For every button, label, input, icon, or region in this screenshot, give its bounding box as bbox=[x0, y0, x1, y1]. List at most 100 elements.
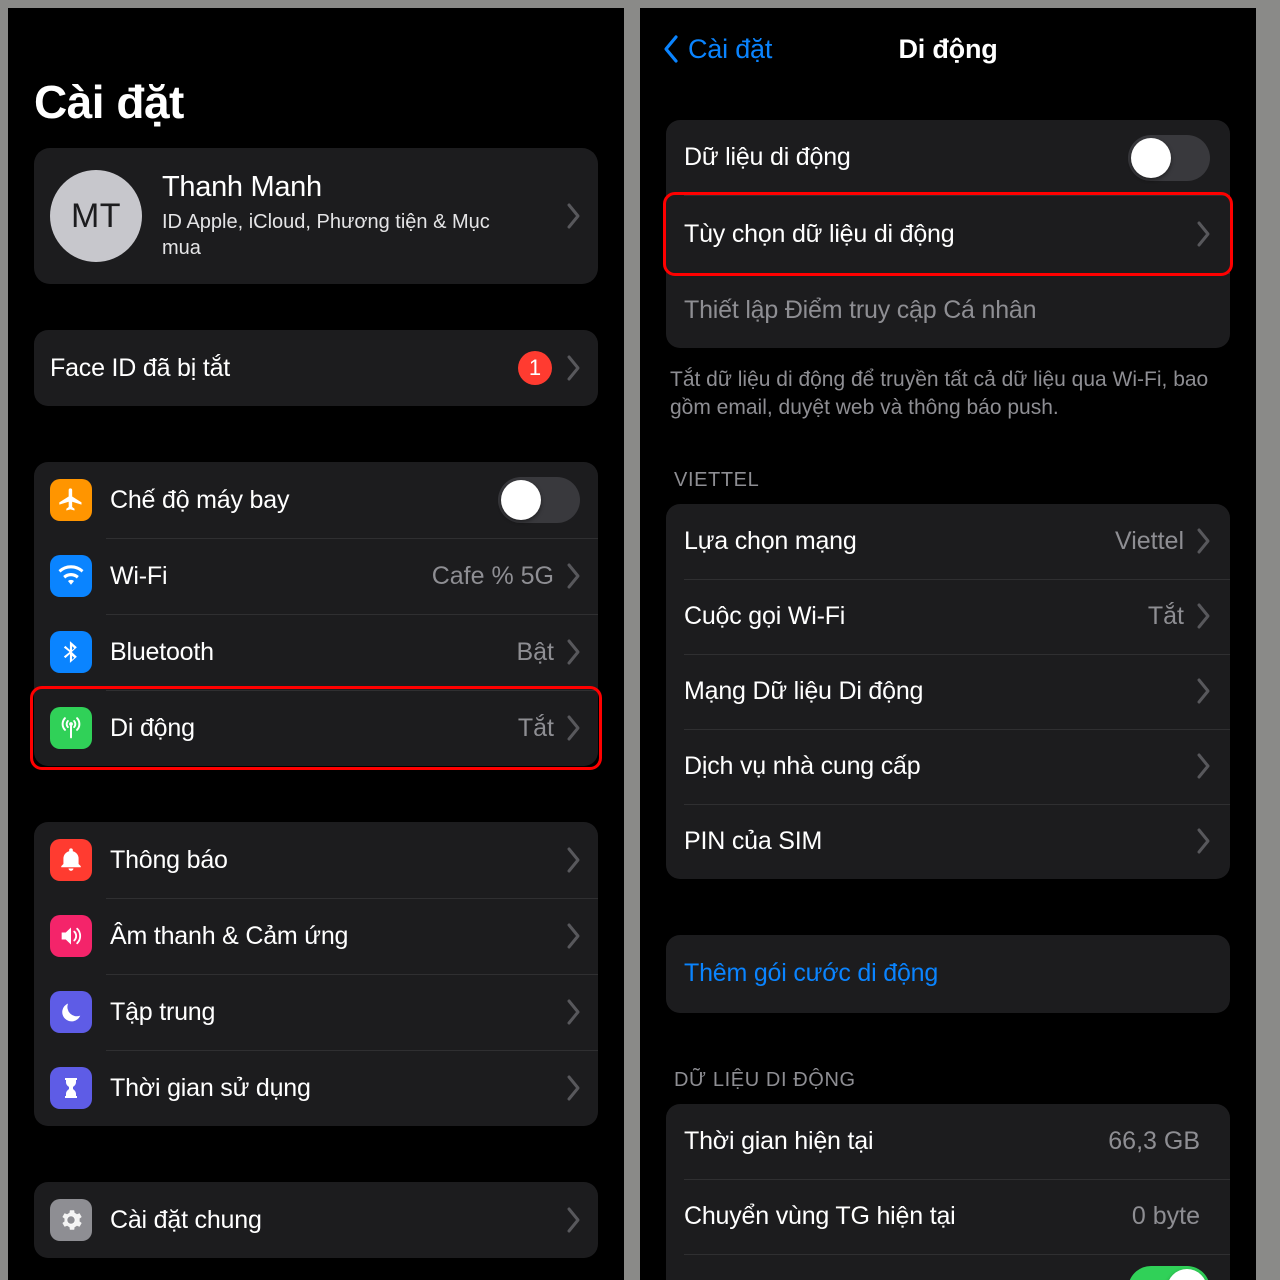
cellular-data-group: Dữ liệu di động Tùy chọn dữ liệu di động… bbox=[666, 120, 1230, 348]
row-face-id-disabled[interactable]: Face ID đã bị tắt 1 bbox=[34, 330, 598, 406]
sidebar-item-screen-time[interactable]: Thời gian sử dụng bbox=[34, 1050, 598, 1126]
row-label: Face ID đã bị tắt bbox=[50, 353, 231, 382]
row-partial-cutoff[interactable] bbox=[666, 1253, 1230, 1280]
bell-icon bbox=[50, 839, 92, 882]
chevron-right-icon bbox=[566, 846, 582, 874]
row-value: 0 byte bbox=[1131, 1201, 1200, 1230]
row-label: Cuộc gọi Wi-Fi bbox=[684, 601, 846, 630]
chevron-right-icon bbox=[566, 638, 582, 666]
row-value: Bật bbox=[516, 637, 554, 666]
row-personal-hotspot-setup[interactable]: Thiết lập Điểm truy cập Cá nhân bbox=[666, 273, 1230, 348]
cellular-data-footnote: Tắt dữ liệu di động để truyền tất cả dữ … bbox=[670, 368, 1209, 420]
account-subtitle: ID Apple, iCloud, Phương tiện & Mục mua bbox=[162, 211, 490, 259]
row-wifi-calling[interactable]: Cuộc gọi Wi-Fi Tắt bbox=[666, 578, 1230, 654]
sidebar-item-general[interactable]: Cài đặt chung bbox=[34, 1182, 598, 1258]
row-cellular-data[interactable]: Dữ liệu di động bbox=[666, 120, 1230, 195]
chevron-right-icon bbox=[1196, 752, 1212, 780]
row-add-cellular-plan[interactable]: Thêm gói cước di động bbox=[666, 935, 1230, 1013]
cellular-icon bbox=[50, 707, 92, 750]
row-network-selection[interactable]: Lựa chọn mạng Viettel bbox=[666, 504, 1230, 579]
row-label: Tùy chọn dữ liệu di động bbox=[684, 219, 955, 248]
notifications-group: Thông báo Âm thanh & Cảm ứng Tập trung T… bbox=[34, 822, 598, 1127]
chevron-left-icon bbox=[662, 34, 680, 64]
carrier-group-header: VIETTEL bbox=[674, 468, 760, 491]
row-label: Dịch vụ nhà cung cấp bbox=[684, 751, 921, 780]
row-label: Mạng Dữ liệu Di động bbox=[684, 676, 924, 705]
row-cellular-data-options[interactable]: Tùy chọn dữ liệu di động bbox=[666, 195, 1230, 273]
status-badge: 1 bbox=[518, 351, 552, 386]
row-carrier-services[interactable]: Dịch vụ nhà cung cấp bbox=[666, 728, 1230, 804]
chevron-right-icon bbox=[566, 922, 582, 950]
page-title: Cài đặt bbox=[34, 76, 184, 128]
row-label: Bluetooth bbox=[110, 637, 214, 666]
sidebar-item-focus[interactable]: Tập trung bbox=[34, 974, 598, 1050]
row-value: Cafe % 5G bbox=[431, 561, 554, 590]
back-button-label: Cài đặt bbox=[688, 33, 773, 64]
row-value: Tắt bbox=[1147, 601, 1184, 630]
sidebar-item-bluetooth[interactable]: Bluetooth Bật bbox=[34, 614, 598, 690]
chevron-right-icon bbox=[1196, 827, 1212, 855]
usage-group-header: DỮ LIỆU DI ĐỘNG bbox=[674, 1068, 856, 1091]
apple-account-row[interactable]: MT Thanh Manh ID Apple, iCloud, Phương t… bbox=[34, 148, 598, 285]
row-label: Tập trung bbox=[110, 997, 216, 1026]
speaker-icon bbox=[50, 915, 92, 958]
chevron-right-icon bbox=[1196, 220, 1212, 248]
row-label: Chuyển vùng TG hiện tại bbox=[684, 1201, 956, 1230]
add-plan-group: Thêm gói cước di động bbox=[666, 934, 1230, 1013]
chevron-right-icon bbox=[566, 1206, 582, 1234]
chevron-right-icon bbox=[566, 562, 582, 590]
row-label: Thông báo bbox=[110, 845, 228, 874]
row-label: Dữ liệu di động bbox=[684, 143, 851, 171]
row-label: Chế độ máy bay bbox=[110, 485, 290, 514]
bluetooth-icon bbox=[50, 631, 92, 674]
add-plan-label: Thêm gói cước di động bbox=[684, 959, 939, 988]
cellular-detail-panel: Cài đặt Di động Dữ liệu di động Tùy chọn… bbox=[640, 8, 1256, 1280]
faceid-group: Face ID đã bị tắt 1 bbox=[34, 330, 598, 407]
row-label: PIN của SIM bbox=[684, 826, 823, 855]
sidebar-item-airplane-mode[interactable]: Chế độ máy bay bbox=[34, 462, 598, 538]
row-label: Thời gian sử dụng bbox=[110, 1073, 311, 1102]
chevron-right-icon bbox=[566, 998, 582, 1026]
general-group: Cài đặt chung bbox=[34, 1182, 598, 1259]
carrier-group: Lựa chọn mạng Viettel Cuộc gọi Wi-Fi Tắt… bbox=[666, 503, 1230, 879]
chevron-right-icon bbox=[566, 714, 582, 742]
chevron-right-icon bbox=[1196, 527, 1212, 555]
row-cellular-data-network[interactable]: Mạng Dữ liệu Di động bbox=[666, 653, 1230, 729]
sidebar-item-cellular[interactable]: Di động Tắt bbox=[34, 690, 598, 766]
moon-icon bbox=[50, 991, 92, 1034]
row-label: Di động bbox=[110, 713, 195, 742]
chevron-right-icon bbox=[566, 202, 582, 230]
chevron-right-icon bbox=[1196, 602, 1212, 630]
row-value: Tắt bbox=[517, 713, 554, 742]
airplane-mode-toggle[interactable] bbox=[498, 477, 580, 524]
usage-group: Thời gian hiện tại 66,3 GB Chuyển vùng T… bbox=[666, 1103, 1230, 1280]
sidebar-item-notifications[interactable]: Thông báo bbox=[34, 822, 598, 898]
sidebar-item-wifi[interactable]: Wi-Fi Cafe % 5G bbox=[34, 538, 598, 614]
chevron-right-icon bbox=[566, 1074, 582, 1102]
avatar: MT bbox=[50, 170, 142, 263]
row-value: Viettel bbox=[1114, 526, 1184, 555]
settings-root-panel: Cài đặt MT Thanh Manh ID Apple, iCloud, … bbox=[8, 8, 624, 1280]
row-value: 66,3 GB bbox=[1108, 1126, 1200, 1155]
partial-row-toggle[interactable] bbox=[1128, 1265, 1210, 1280]
screenshot-stage: Cài đặt MT Thanh Manh ID Apple, iCloud, … bbox=[0, 0, 1280, 1280]
account-name: Thanh Manh bbox=[162, 171, 322, 204]
row-sim-pin[interactable]: PIN của SIM bbox=[666, 803, 1230, 879]
gear-icon bbox=[50, 1199, 92, 1242]
sidebar-item-sounds-haptics[interactable]: Âm thanh & Cảm ứng bbox=[34, 898, 598, 974]
back-button[interactable]: Cài đặt bbox=[662, 34, 772, 65]
connectivity-group: Chế độ máy bay Wi-Fi Cafe % 5G Bluetooth… bbox=[34, 462, 598, 767]
row-current-period-roaming[interactable]: Chuyển vùng TG hiện tại 0 byte bbox=[666, 1178, 1230, 1254]
row-current-period[interactable]: Thời gian hiện tại 66,3 GB bbox=[666, 1104, 1230, 1179]
navigation-bar: Cài đặt Di động bbox=[640, 8, 1256, 90]
row-label: Thời gian hiện tại bbox=[684, 1126, 874, 1155]
row-label: Lựa chọn mạng bbox=[684, 526, 857, 555]
cellular-data-toggle[interactable] bbox=[1128, 134, 1210, 181]
row-label: Thiết lập Điểm truy cập Cá nhân bbox=[684, 296, 1037, 324]
hourglass-icon bbox=[50, 1067, 92, 1110]
chevron-right-icon bbox=[566, 354, 582, 382]
wifi-icon bbox=[50, 555, 92, 598]
row-label: Cài đặt chung bbox=[110, 1205, 262, 1234]
account-text-block: Thanh Manh ID Apple, iCloud, Phương tiện… bbox=[162, 171, 566, 261]
airplane-icon bbox=[50, 479, 92, 522]
